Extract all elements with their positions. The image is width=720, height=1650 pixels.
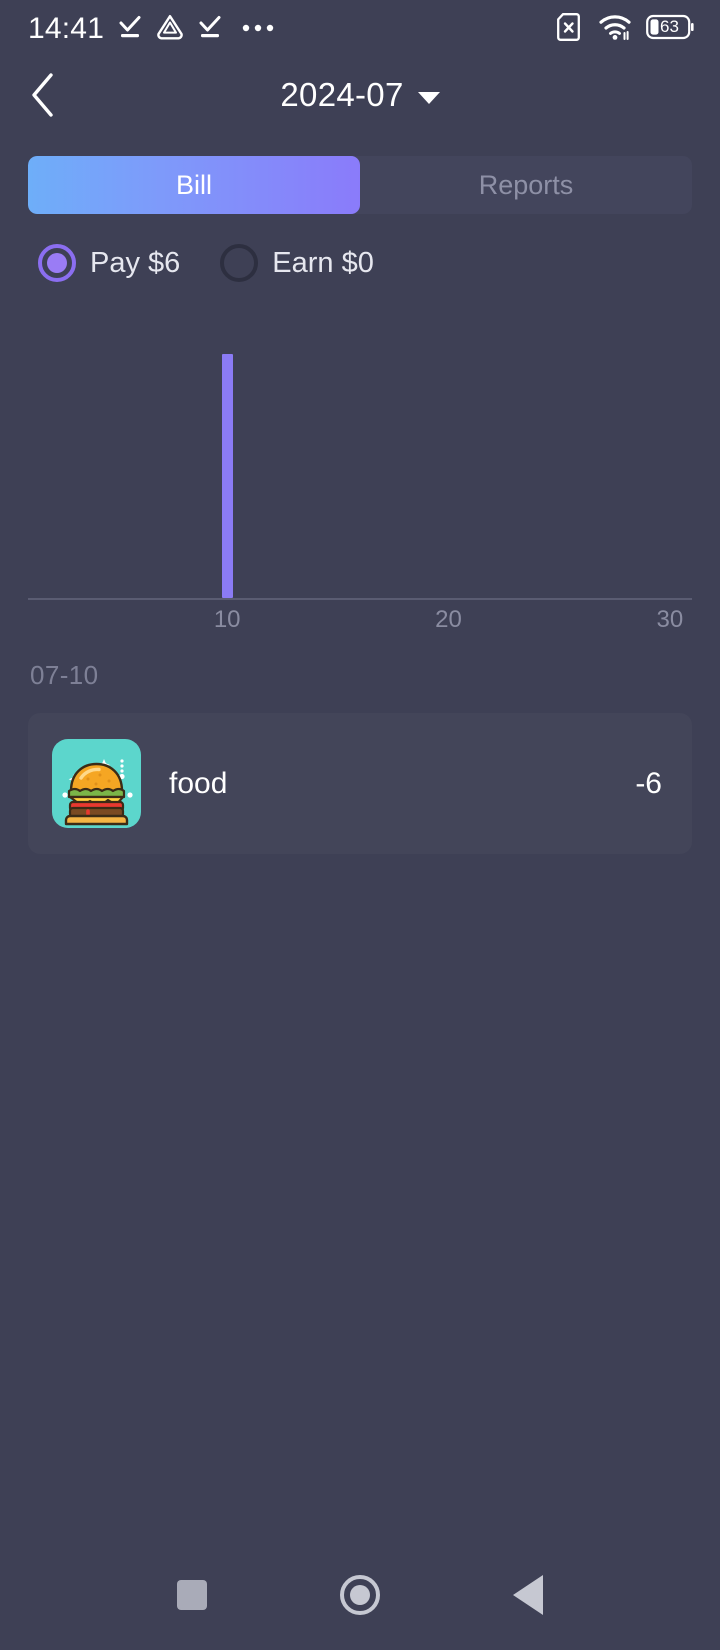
tab-bill[interactable]: Bill: [28, 156, 360, 214]
status-clock: 14:41: [28, 12, 105, 45]
filter-earn-label: Earn $0: [272, 246, 374, 279]
battery-level-text: 63: [660, 16, 679, 36]
transaction-amount: -6: [635, 766, 662, 800]
page-title: 2024-07: [280, 76, 404, 113]
chart-tick-label: 20: [435, 606, 462, 633]
spending-bar-chart: 10 20 30: [28, 330, 692, 660]
filter-earn[interactable]: Earn $0: [220, 244, 374, 282]
transaction-list: 07-10 food -6: [0, 660, 720, 854]
recents-square-icon[interactable]: [176, 1580, 207, 1610]
download-done-icon: [197, 13, 223, 46]
back-triangle-icon[interactable]: [513, 1575, 544, 1615]
transaction-category: food: [169, 766, 228, 800]
status-bar-right: 63: [556, 12, 694, 47]
food-burger-icon: [52, 739, 141, 828]
download-done-icon: [117, 13, 143, 46]
chart-x-axis: [28, 598, 692, 600]
chart-bar: [221, 354, 233, 598]
back-button[interactable]: [28, 72, 74, 118]
chevron-down-icon[interactable]: [417, 91, 440, 104]
home-circle-icon[interactable]: [339, 1575, 380, 1615]
chart-x-tick-labels: 10 20 30: [28, 606, 692, 646]
month-selector[interactable]: 2024-07: [0, 76, 720, 114]
tab-reports[interactable]: Reports: [360, 156, 692, 214]
triangle-app-icon: [156, 13, 184, 46]
filter-pay[interactable]: Pay $6: [38, 244, 180, 282]
status-bar: 14:41 63: [0, 0, 720, 58]
sim-card-off-icon: [556, 12, 584, 47]
filter-pay-label: Pay $6: [90, 246, 181, 279]
chart-plot-area: [28, 330, 692, 598]
radio-unselected-icon[interactable]: [220, 244, 259, 282]
transaction-row[interactable]: food -6: [28, 713, 692, 854]
section-date-header: 07-10: [30, 660, 99, 690]
page-header: 2024-07: [0, 58, 720, 132]
wifi-icon: [599, 13, 631, 46]
more-dots-icon: [242, 20, 274, 38]
chart-tick-label: 30: [656, 606, 684, 633]
type-filter-group: Pay $6 Earn $0: [38, 244, 720, 282]
status-bar-left: 14:41: [28, 13, 274, 46]
battery-icon: 63: [646, 14, 694, 45]
radio-selected-icon[interactable]: [38, 244, 76, 282]
chart-tick-label: 10: [213, 606, 241, 633]
tab-bar: Bill Reports: [28, 156, 692, 214]
back-chevron-icon: [32, 73, 53, 117]
android-navigation-bar: [0, 1540, 720, 1650]
